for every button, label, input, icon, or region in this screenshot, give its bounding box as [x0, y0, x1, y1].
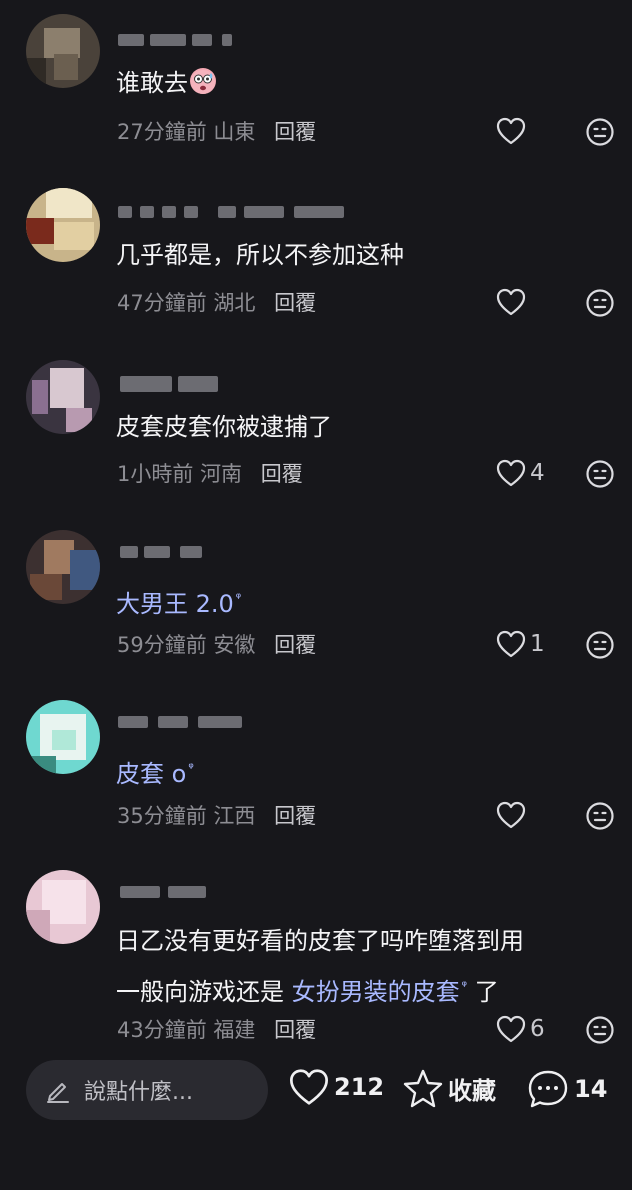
avatar[interactable] [26, 700, 100, 774]
avatar[interactable] [26, 530, 100, 604]
search-keyword-link[interactable]: 女扮男装的皮套 [292, 978, 460, 1006]
search-icon: ᵠ [235, 591, 242, 606]
comment-input[interactable]: 說點什麼... [26, 1060, 268, 1120]
comment-meta: 59分鐘前 安徽 回覆 [117, 633, 317, 657]
speech-bubble-icon [528, 1070, 568, 1108]
like-post-button[interactable]: 212 [288, 1068, 384, 1106]
heart-icon [496, 801, 526, 829]
comment-text: 皮套 oᵠ [116, 750, 194, 793]
avatar[interactable] [26, 360, 100, 434]
comment-meta: 43分鐘前 福建 回覆 [117, 1018, 317, 1042]
neutral-face-icon[interactable] [585, 1015, 615, 1045]
search-icon: ᵠ [461, 979, 468, 994]
like-button[interactable]: 4 [496, 458, 545, 488]
comment-text: 谁敢去 [116, 64, 216, 102]
favorite-button[interactable]: 收藏 [402, 1068, 496, 1108]
comment-time: 27分鐘前 [117, 120, 207, 144]
heart-icon [496, 459, 526, 487]
search-icon: ᵠ [188, 761, 194, 776]
comment-meta: 1小時前 河南 回覆 [117, 462, 303, 486]
reply-button[interactable]: 回覆 [261, 462, 303, 486]
heart-icon [496, 630, 526, 658]
like-button[interactable] [496, 800, 530, 830]
avatar[interactable] [26, 870, 100, 944]
like-button[interactable]: 1 [496, 629, 545, 659]
comment-text: 皮套皮套你被逮捕了 [116, 413, 332, 441]
reply-button[interactable]: 回覆 [274, 291, 316, 315]
neutral-face-icon[interactable] [585, 801, 615, 831]
heart-icon [496, 1015, 526, 1043]
like-button[interactable]: 6 [496, 1014, 545, 1044]
likes-count: 212 [334, 1073, 385, 1101]
heart-icon [496, 288, 526, 316]
reply-button[interactable]: 回覆 [274, 804, 316, 828]
search-keyword-link[interactable]: 皮套 o [116, 760, 186, 788]
star-icon [403, 1069, 443, 1108]
like-count: 4 [530, 460, 545, 486]
bottom-action-bar: 說點什麼... 212 收藏 14 [0, 1044, 632, 1190]
neutral-face-icon[interactable] [585, 630, 615, 660]
avatar[interactable] [26, 188, 100, 262]
heart-icon [290, 1069, 328, 1105]
neutral-face-icon[interactable] [585, 288, 615, 318]
sweating-surprised-face-icon [190, 68, 216, 94]
avatar[interactable] [26, 14, 100, 88]
like-count: 1 [530, 631, 545, 657]
comment-meta: 35分鐘前 江西 回覆 [117, 804, 317, 828]
comment-text: 几乎都是，所以不参加这种 [116, 241, 404, 269]
comment-meta: 27分鐘前 山東 回覆 [117, 116, 316, 146]
reply-button[interactable]: 回覆 [274, 633, 316, 657]
comment-location: 山東 [213, 120, 256, 144]
comments-count: 14 [574, 1075, 608, 1103]
comment-text: 大男王 2.0 ᵠ [116, 580, 241, 623]
heart-icon [496, 117, 526, 145]
comment-text: 日乙没有更好看的皮套了吗咋堕落到用 一般向游戏还是 女扮男装的皮套 ᵠ 了 [116, 927, 524, 1006]
pencil-icon [47, 1083, 69, 1103]
reply-button[interactable]: 回覆 [274, 1018, 316, 1042]
like-count: 6 [530, 1016, 545, 1042]
comments-button[interactable]: 14 [526, 1068, 607, 1110]
like-button[interactable] [496, 287, 530, 317]
comment-input-placeholder: 說點什麼... [84, 1080, 193, 1105]
neutral-face-icon[interactable] [585, 117, 615, 147]
favorite-label: 收藏 [448, 1076, 496, 1105]
search-keyword-link[interactable]: 大男王 2.0 [116, 590, 234, 618]
like-button[interactable] [496, 116, 530, 146]
neutral-face-icon[interactable] [585, 459, 615, 489]
comment-meta: 47分鐘前 湖北 回覆 [117, 291, 317, 315]
reply-button[interactable]: 回覆 [274, 120, 316, 144]
